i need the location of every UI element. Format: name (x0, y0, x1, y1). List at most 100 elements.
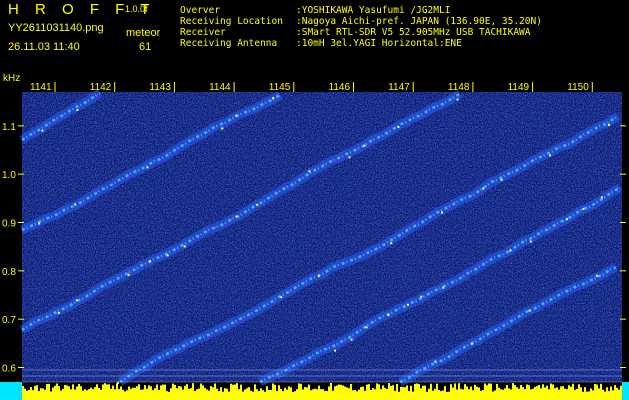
baseline-bar (250, 390, 252, 400)
baseline-bar (616, 387, 618, 400)
baseline-bar (472, 390, 474, 400)
baseline-bar (52, 387, 54, 400)
baseline-bar (266, 386, 268, 400)
streak-peak (582, 208, 585, 211)
baseline-bar (420, 388, 422, 400)
baseline-bar (534, 386, 536, 400)
streak-peak (406, 303, 409, 306)
baseline-bar (320, 389, 322, 400)
baseline-bar (388, 383, 390, 400)
baseline-bar (54, 385, 56, 400)
baseline-bar (460, 388, 462, 400)
baseline-bar (352, 390, 354, 400)
baseline-bar (104, 383, 106, 400)
baseline-bar (390, 386, 392, 400)
baseline-bar (350, 383, 352, 400)
baseline-bar (326, 391, 328, 400)
baseline-bar (414, 383, 416, 400)
baseline-bar (64, 384, 66, 400)
baseline-bar (474, 384, 476, 400)
baseline-bar (254, 384, 256, 400)
baseline-bar (530, 389, 532, 400)
baseline-bar (176, 388, 178, 400)
baseline-bar (620, 385, 622, 400)
time-tick-label: 1150 (567, 82, 589, 93)
baseline-bar (550, 383, 552, 400)
time-tick-label: 1146 (329, 82, 351, 93)
baseline-bar (400, 386, 402, 400)
baseline-bar (130, 388, 132, 400)
streak-peak (76, 109, 79, 112)
baseline-bar (344, 386, 346, 400)
baseline-bar (144, 385, 146, 400)
baseline-bar (410, 385, 412, 400)
baseline-bar (444, 386, 446, 400)
baseline-bar (552, 384, 554, 400)
baseline-bar (570, 386, 572, 400)
baseline-bar (118, 389, 120, 400)
baseline-edge-left (0, 382, 22, 400)
baseline-bar (216, 388, 218, 400)
baseline-bar (576, 388, 578, 400)
streak-peak (529, 240, 532, 243)
streak-peak (350, 338, 353, 341)
baseline-bar (240, 384, 242, 400)
baseline-bar (282, 391, 284, 400)
baseline-bar (372, 387, 374, 400)
baseline-bar (222, 391, 224, 400)
streak-peak (148, 260, 151, 263)
baseline-bar (476, 386, 478, 400)
baseline-bar (510, 389, 512, 400)
baseline-bar (70, 389, 72, 400)
baseline-bar (102, 384, 104, 400)
baseline-bar (448, 391, 450, 400)
baseline-bar (244, 389, 246, 400)
baseline-bar (236, 383, 238, 400)
baseline-bar (92, 389, 94, 400)
baseline-bar (354, 389, 356, 400)
streak-peak (509, 249, 512, 252)
streak-peak (334, 349, 337, 352)
time-tick-label: 1145 (269, 82, 291, 93)
baseline-bar (418, 384, 420, 400)
baseline-bar (566, 389, 568, 400)
streak-peak (600, 196, 603, 199)
baseline-bar (380, 389, 382, 400)
baseline-bar (606, 387, 608, 400)
baseline-bar (26, 390, 28, 400)
baseline-bar (214, 383, 216, 400)
baseline-bar (162, 384, 164, 400)
baseline-bar (512, 383, 514, 400)
baseline-bar (586, 391, 588, 400)
baseline-bar (394, 390, 396, 400)
baseline-bar (546, 385, 548, 400)
baseline-bar (562, 386, 564, 400)
baseline-bar (232, 384, 234, 400)
streak-peak (390, 242, 393, 245)
baseline-bar (502, 389, 504, 400)
baseline-bar (74, 389, 76, 400)
baseline-bar (124, 391, 126, 400)
streak-peak (607, 123, 610, 126)
streak-peak (441, 211, 444, 214)
baseline-bar (154, 388, 156, 400)
baseline-bar (110, 388, 112, 400)
baseline-bar (430, 383, 432, 400)
baseline-bar (580, 387, 582, 400)
baseline-bar (192, 383, 194, 400)
baseline-bar (538, 384, 540, 400)
streak-peak (166, 254, 169, 257)
baseline-bar (156, 384, 158, 400)
baseline-bar (72, 384, 74, 400)
baseline-bar (348, 388, 350, 400)
baseline-bar (114, 389, 116, 400)
freq-tick-label: 0.7 (2, 315, 16, 326)
baseline-bar (398, 391, 400, 400)
streak-peak (528, 309, 531, 312)
baseline-bar (540, 388, 542, 400)
baseline-bar (126, 390, 128, 400)
baseline-bar (594, 384, 596, 400)
baseline-bar (304, 387, 306, 400)
baseline-bar (82, 390, 84, 400)
baseline-bar (330, 383, 332, 400)
